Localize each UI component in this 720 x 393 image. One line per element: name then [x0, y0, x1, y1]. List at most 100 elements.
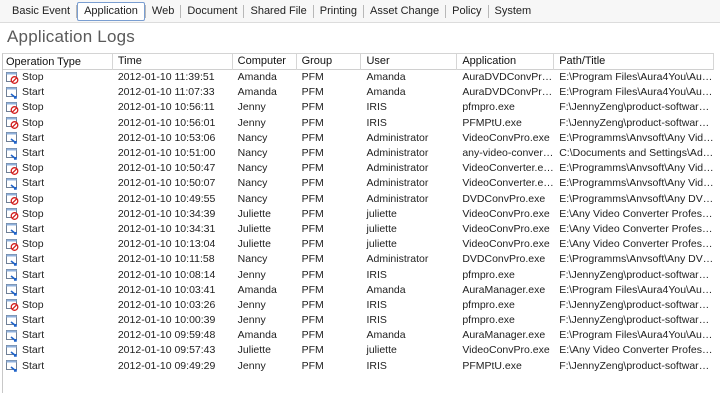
application-cell: VideoConvPro.exe [462, 131, 550, 144]
group-cell: PFM [301, 359, 324, 372]
stop-app-icon [6, 193, 22, 206]
time-cell: 2012-01-10 10:51:00 [117, 147, 216, 160]
column-header-group[interactable]: Group [297, 54, 362, 70]
operation-type-label: Stop [22, 71, 44, 84]
path-cell: F:\JennyZeng\product-software\... [559, 314, 714, 327]
application-cell: PFMPtU.exe [462, 116, 522, 129]
operation-type-cell: Stop [3, 70, 113, 85]
path-cell: E:\Any Video Converter Professio... [559, 344, 714, 357]
operation-type-cell: Stop [3, 298, 113, 313]
table-row[interactable]: Start 2012-01-10 10:11:58 Nancy PFM Administ… [3, 252, 714, 267]
time-cell: 2012-01-10 10:34:39 [117, 207, 216, 220]
computer-cell: Jenny [237, 314, 266, 327]
computer-cell: Amanda [237, 329, 277, 342]
table-row[interactable]: Start 2012-01-10 10:00:39 Jenny PFM IRIS pfmp… [3, 313, 714, 328]
operation-type-label: Start [22, 253, 45, 266]
column-header-time[interactable]: Time [113, 54, 233, 70]
table-row[interactable]: Start 2012-01-10 11:07:33 Amanda PFM Amanda A… [3, 85, 714, 100]
path-cell: E:\Programms\Anvsoft\Any DVD ... [559, 192, 714, 205]
start-app-icon [6, 177, 22, 190]
stop-app-icon [6, 299, 22, 312]
table-row[interactable]: Stop 2012-01-10 10:34:39 Juliette PFM juliet… [3, 207, 714, 222]
user-cell: IRIS [366, 359, 387, 372]
column-header-path-title[interactable]: Path/Title [554, 54, 714, 70]
stop-app-icon [6, 208, 22, 221]
user-cell: IRIS [366, 314, 387, 327]
computer-cell: Jenny [237, 359, 266, 372]
tab-basic-event[interactable]: Basic Event [6, 2, 76, 21]
user-cell: Administrator [366, 162, 429, 175]
group-cell: PFM [301, 329, 324, 342]
time-cell: 2012-01-10 10:56:11 [117, 101, 215, 114]
computer-cell: Amanda [237, 283, 277, 296]
table-row[interactable]: Start 2012-01-10 09:57:43 Juliette PFM julie… [3, 343, 714, 358]
path-cell: F:\JennyZeng\product-software\... [559, 268, 714, 281]
application-cell: AuraManager.exe [462, 329, 546, 342]
column-header-computer[interactable]: Computer [233, 54, 297, 70]
tab-document[interactable]: Document [181, 2, 243, 21]
stop-app-icon [6, 71, 22, 84]
computer-cell: Juliette [237, 344, 271, 357]
tab-system[interactable]: System [489, 2, 538, 21]
user-cell: Administrator [366, 253, 429, 266]
table-row[interactable]: Start 2012-01-10 10:50:07 Nancy PFM Administ… [3, 176, 714, 191]
tab-shared-file[interactable]: Shared File [244, 2, 312, 21]
operation-type-cell: Start [3, 343, 113, 358]
start-app-icon [6, 360, 22, 372]
start-app-icon [6, 147, 22, 160]
group-cell: PFM [301, 207, 324, 220]
time-cell: 2012-01-10 10:56:01 [117, 116, 216, 129]
tab-asset-change[interactable]: Asset Change [364, 2, 445, 21]
table-row[interactable]: Stop 2012-01-10 10:03:26 Jenny PFM IRIS pfmpr… [3, 298, 714, 313]
column-header-user[interactable]: User [361, 54, 458, 70]
path-cell: E:\Programms\Anvsoft\Any Vide... [559, 162, 714, 175]
tab-application[interactable]: Application [77, 1, 145, 21]
group-cell: PFM [301, 177, 324, 190]
operation-type-label: Start [22, 177, 45, 190]
time-cell: 2012-01-10 10:50:47 [117, 162, 216, 175]
table-row[interactable]: Stop 2012-01-10 10:56:11 Jenny PFM IRIS pfmpr… [3, 100, 714, 115]
computer-cell: Juliette [237, 207, 271, 220]
start-app-icon [6, 253, 22, 266]
table-row[interactable]: Start 2012-01-10 10:53:06 Nancy PFM Administ… [3, 131, 714, 146]
operation-type-cell: Start [3, 268, 113, 283]
operation-type-cell: Stop [3, 192, 113, 207]
tab-policy[interactable]: Policy [446, 2, 487, 21]
computer-cell: Nancy [237, 177, 268, 190]
table-row[interactable]: Stop 2012-01-10 10:56:01 Jenny PFM IRIS PFMPt… [3, 116, 714, 131]
column-header-application[interactable]: Application [457, 54, 555, 70]
table-row[interactable]: Start 2012-01-10 10:34:31 Juliette PFM julie… [3, 222, 714, 237]
user-cell: IRIS [366, 298, 387, 311]
group-cell: PFM [301, 162, 324, 175]
operation-type-label: Start [22, 329, 45, 342]
table-row[interactable]: Stop 2012-01-10 10:13:04 Juliette PFM juliet… [3, 237, 714, 252]
operation-type-label: Stop [22, 101, 44, 114]
operation-type-cell: Start [3, 85, 113, 100]
tab-web[interactable]: Web [146, 2, 180, 21]
column-header-operation-type[interactable]: Operation Type [3, 54, 113, 70]
operation-type-label: Stop [22, 162, 44, 175]
table-row[interactable]: Stop 2012-01-10 10:49:55 Nancy PFM Administr… [3, 192, 714, 207]
time-cell: 2012-01-10 10:34:31 [117, 222, 216, 235]
table-row[interactable]: Start 2012-01-10 09:59:48 Amanda PFM Amanda A… [3, 328, 714, 343]
time-cell: 2012-01-10 10:03:26 [117, 298, 216, 311]
table-row[interactable]: Stop 2012-01-10 10:50:47 Nancy PFM Administr… [3, 161, 714, 176]
tab-printing[interactable]: Printing [314, 2, 363, 21]
application-cell: pfmpro.exe [462, 268, 515, 281]
time-cell: 2012-01-10 10:11:58 [117, 253, 215, 266]
table-row[interactable]: Start 2012-01-10 09:49:29 Jenny PFM IRIS PFMP… [3, 359, 714, 374]
operation-type-cell: Stop [3, 116, 113, 131]
computer-cell: Jenny [237, 298, 266, 311]
application-cell: pfmpro.exe [462, 101, 515, 114]
table-row[interactable]: Start 2012-01-10 10:08:14 Jenny PFM IRIS pfmp… [3, 267, 714, 282]
operation-type-label: Start [22, 283, 45, 296]
time-cell: 2012-01-10 09:59:48 [117, 329, 216, 342]
user-cell: Amanda [366, 71, 406, 84]
table-row[interactable]: Start 2012-01-10 10:51:00 Nancy PFM Administ… [3, 146, 714, 161]
table-row[interactable]: Stop 2012-01-10 11:39:51 Amanda PFM Amanda Au… [3, 70, 714, 85]
operation-type-label: Start [22, 314, 45, 327]
operation-type-label: Stop [22, 298, 44, 311]
operation-type-cell: Start [3, 222, 113, 237]
table-row[interactable]: Start 2012-01-10 10:03:41 Amanda PFM Amanda A… [3, 283, 714, 298]
path-cell: E:\Programms\Anvsoft\Any DVD ... [559, 253, 714, 266]
